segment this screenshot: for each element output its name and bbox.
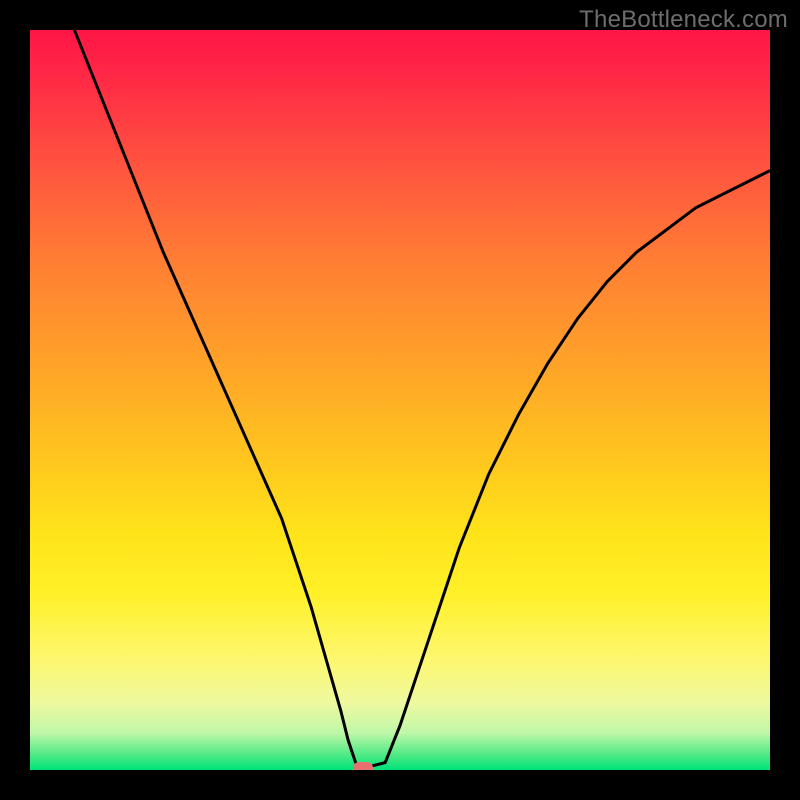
watermark-text: TheBottleneck.com [579,6,788,34]
plot-area [30,30,770,770]
chart-frame: TheBottleneck.com [0,0,800,800]
minimum-marker [353,762,373,770]
bottleneck-curve [30,30,770,770]
